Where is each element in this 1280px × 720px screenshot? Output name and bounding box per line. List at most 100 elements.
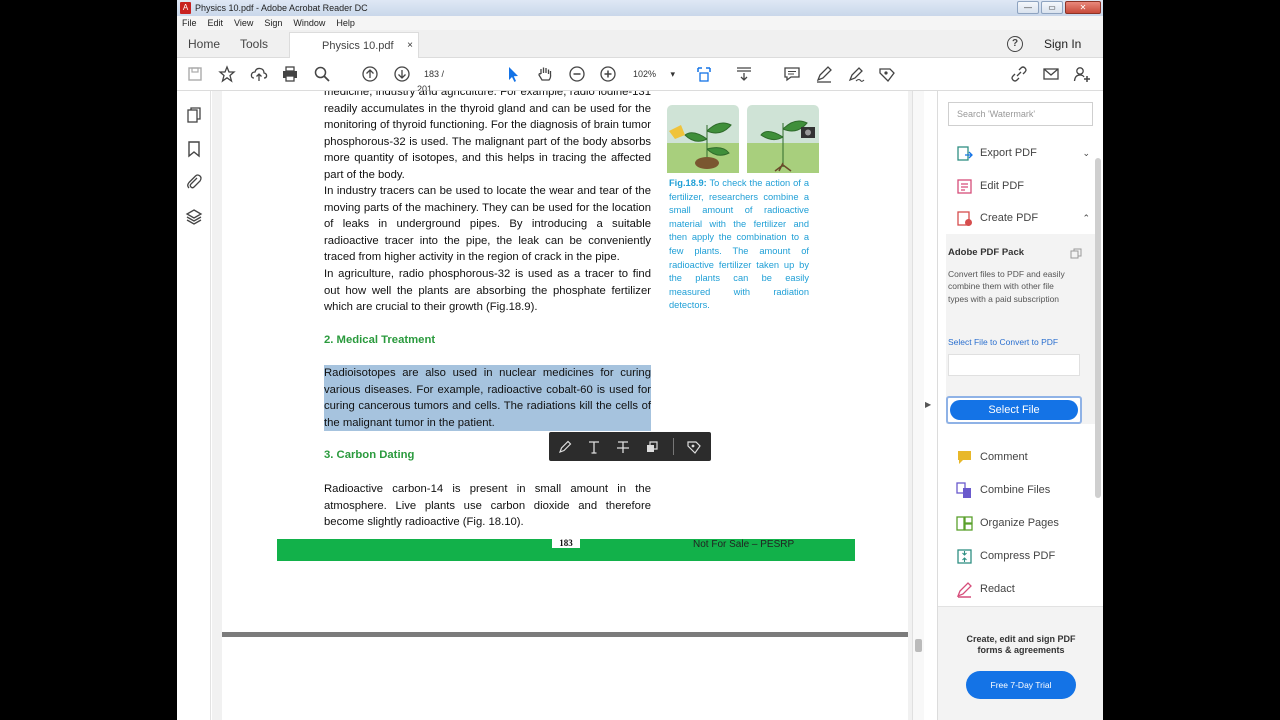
scroll-mode-icon[interactable] — [735, 65, 753, 83]
compress-pdf-icon — [957, 549, 972, 564]
collapse-right-panel-icon[interactable]: ▶ — [925, 400, 931, 409]
menu-file[interactable]: File — [182, 16, 197, 30]
next-pdf-page — [222, 637, 908, 720]
help-icon[interactable]: ? — [1007, 36, 1023, 52]
zoom-in-icon[interactable] — [599, 65, 617, 83]
tab-tools[interactable]: Tools — [240, 30, 268, 58]
edit-pdf-label: Edit PDF — [980, 180, 1025, 192]
print-icon[interactable] — [281, 65, 299, 83]
select-file-button[interactable]: Select File — [946, 396, 1082, 424]
email-icon[interactable] — [1042, 65, 1060, 83]
title-bar: A Physics 10.pdf - Adobe Acrobat Reader … — [177, 0, 1103, 16]
redact-label: Redact — [980, 583, 1015, 595]
edit-pdf-tool[interactable]: Edit PDF — [956, 176, 1096, 196]
layers-icon[interactable] — [185, 208, 203, 226]
paragraph-agriculture: In agriculture, radio phosphorous-32 is … — [324, 268, 651, 313]
heading-medical-treatment: 2. Medical Treatment — [324, 334, 436, 346]
create-pdf-tool[interactable]: Create PDF ⌃ — [956, 208, 1096, 228]
select-file-label: Select File — [950, 400, 1078, 420]
tab-document[interactable]: Physics 10.pdf × — [289, 32, 419, 59]
tab-home[interactable]: Home — [188, 30, 220, 58]
close-tab-icon[interactable]: × — [407, 33, 413, 59]
current-page-input[interactable]: 183 — [417, 67, 439, 82]
select-cursor-icon[interactable] — [504, 65, 522, 83]
combine-files-tool[interactable]: Combine Files — [956, 480, 1096, 500]
more-tools-icon[interactable] — [878, 65, 896, 83]
upload-icon[interactable] — [250, 65, 268, 83]
copy-icon[interactable] — [644, 439, 660, 455]
fit-page-icon[interactable] — [695, 65, 713, 83]
zoom-out-icon[interactable] — [568, 65, 586, 83]
attachments-icon[interactable] — [185, 173, 203, 191]
figure-caption: Fig.18.9: To check the action of a ferti… — [669, 177, 809, 313]
maximize-button[interactable]: ▭ — [1041, 1, 1063, 14]
menu-help[interactable]: Help — [336, 16, 355, 30]
bookmark-star-icon[interactable] — [218, 65, 236, 83]
export-pdf-icon — [957, 146, 973, 161]
chevron-up-icon[interactable]: ⌃ — [1082, 208, 1090, 228]
figure-caption-text: To check the action of a fertilizer, res… — [669, 178, 809, 311]
compress-pdf-tool[interactable]: Compress PDF — [956, 546, 1096, 566]
export-pdf-tool[interactable]: Export PDF ⌄ — [956, 143, 1096, 163]
page-indicator: 183 / 201 — [417, 67, 457, 94]
document-scrollbar[interactable] — [912, 91, 924, 720]
user-add-icon[interactable] — [1073, 65, 1091, 83]
document-viewport[interactable]: medicine, industry and agriculture. For … — [212, 91, 912, 720]
minimize-button[interactable]: — — [1017, 1, 1039, 14]
combine-files-label: Combine Files — [980, 484, 1051, 496]
menu-sign[interactable]: Sign — [264, 16, 282, 30]
heading-carbon-dating: 3. Carbon Dating — [324, 449, 415, 461]
promo-text: Create, edit and sign PDF forms & agreem… — [966, 634, 1076, 655]
menu-edit[interactable]: Edit — [208, 16, 224, 30]
hand-icon[interactable] — [536, 65, 554, 83]
bookmarks-icon[interactable] — [185, 140, 203, 158]
window-controls: — ▭ ✕ — [1017, 1, 1101, 14]
page-up-icon[interactable] — [361, 65, 379, 83]
left-navigation-rail — [177, 91, 211, 720]
comment-icon — [958, 451, 971, 464]
strikethrough-icon[interactable] — [615, 439, 631, 455]
file-drop-field[interactable] — [948, 354, 1080, 376]
highlight-pen-icon[interactable] — [815, 65, 833, 83]
save-icon[interactable] — [186, 65, 204, 83]
menu-view[interactable]: View — [234, 16, 253, 30]
export-pdf-label: Export PDF — [980, 147, 1037, 159]
pdf-page: medicine, industry and agriculture. For … — [222, 91, 908, 634]
tab-bar: Home Tools Physics 10.pdf × ? Sign In — [177, 30, 1103, 59]
comment-tool[interactable]: Comment — [956, 447, 1096, 467]
document-scrollbar-thumb[interactable] — [915, 639, 922, 652]
pack-settings-icon[interactable] — [1070, 247, 1082, 259]
more-tools-icon[interactable] — [686, 439, 702, 455]
close-window-button[interactable]: ✕ — [1065, 1, 1101, 14]
organize-pages-tool[interactable]: Organize Pages — [956, 513, 1096, 533]
fertilizer-plants-figure — [667, 105, 819, 173]
menu-window[interactable]: Window — [293, 16, 325, 30]
compress-pdf-label: Compress PDF — [980, 550, 1056, 562]
chevron-down-icon[interactable]: ⌄ — [1082, 143, 1090, 163]
organize-pages-label: Organize Pages — [980, 517, 1059, 529]
select-file-convert-link[interactable]: Select File to Convert to PDF — [948, 337, 1058, 347]
combine-files-icon — [956, 482, 971, 498]
zoom-select[interactable]: 102% ▾ — [633, 67, 681, 82]
pack-title: Adobe PDF Pack — [948, 247, 1025, 258]
paragraph-medicine: medicine, industry and agriculture. For … — [324, 91, 651, 181]
paragraph-radioisotopes-selected[interactable]: Radioisotopes are also used in nuclear m… — [324, 365, 651, 431]
share-link-icon[interactable] — [1010, 65, 1028, 83]
redact-tool[interactable]: Redact — [956, 579, 1096, 599]
page-thumbnails-icon[interactable] — [185, 106, 203, 124]
redact-icon — [956, 582, 972, 598]
page-down-icon[interactable] — [393, 65, 411, 83]
tools-search-input[interactable]: Search 'Watermark' — [948, 102, 1093, 126]
page-footer: 183 Not For Sale – PESRP — [277, 539, 855, 561]
tools-pane-scrollbar[interactable] — [1094, 146, 1102, 606]
text-icon[interactable] — [586, 439, 602, 455]
highlight-icon[interactable] — [557, 439, 573, 455]
comment-icon[interactable] — [783, 65, 801, 83]
search-icon[interactable] — [313, 65, 331, 83]
sign-in-link[interactable]: Sign In — [1044, 30, 1081, 58]
tools-pane-scrollbar-thumb[interactable] — [1095, 158, 1101, 498]
sign-icon[interactable] — [847, 65, 865, 83]
comment-label: Comment — [980, 451, 1028, 463]
free-trial-button[interactable]: Free 7-Day Trial — [966, 671, 1076, 699]
pack-description: Convert files to PDF and easily combine … — [948, 269, 1065, 304]
